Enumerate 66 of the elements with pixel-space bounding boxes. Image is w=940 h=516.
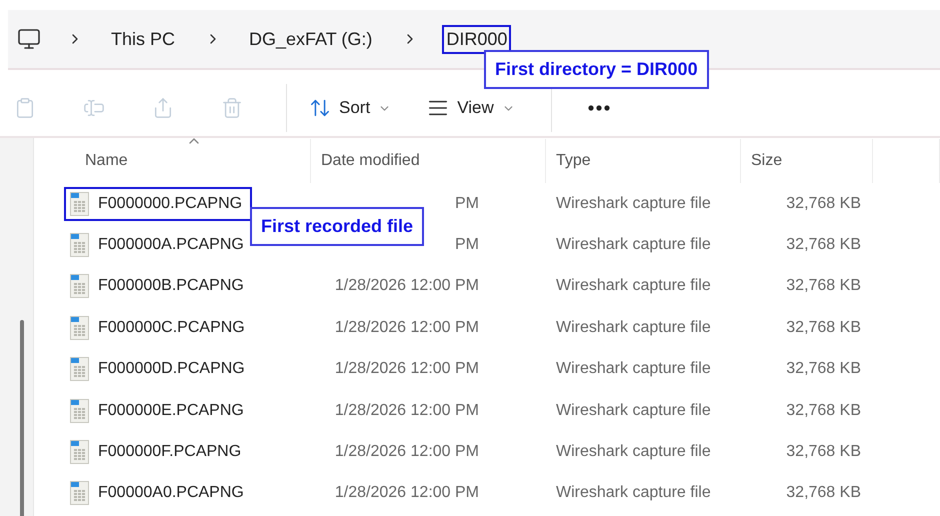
type-cell-text: Wireshark capture file: [555, 484, 712, 502]
file-icon: [70, 357, 89, 382]
clipboard-icon: [14, 97, 36, 119]
size-cell-text: 32,768 KB: [785, 318, 862, 337]
size-cell-text: 32,768 KB: [785, 236, 862, 254]
ellipsis-icon: [588, 105, 610, 111]
sort-arrows-icon: [309, 97, 331, 119]
file-name: F000000F.PCAPNG: [98, 443, 242, 462]
callout-label: First recorded file: [250, 207, 424, 246]
file-icon: [70, 481, 89, 506]
type-cell-text: Wireshark capture file: [555, 194, 712, 213]
callout-label: First directory = DIR000: [484, 50, 709, 89]
toolbar-menu-button[interactable]: Sort: [309, 93, 392, 123]
column-header[interactable]: Date modified: [321, 152, 420, 170]
name-cell[interactable]: F000000B.PCAPNG: [64, 269, 254, 304]
breadcrumb-item[interactable]: This PC: [107, 24, 180, 54]
trash-icon: [221, 97, 243, 119]
type-cell-text: Wireshark capture file: [555, 318, 712, 337]
date-cell-text: PM: [454, 194, 479, 213]
rename-icon: [83, 97, 105, 119]
name-cell[interactable]: F000000E.PCAPNG: [64, 394, 254, 428]
file-name: F000000E.PCAPNG: [98, 402, 244, 420]
type-cell-text: Wireshark capture file: [555, 360, 712, 378]
name-cell[interactable]: F000000D.PCAPNG: [64, 352, 255, 386]
file-icon: [70, 274, 89, 298]
size-cell-text: 32,768 KB: [785, 277, 862, 296]
date-cell-text: 1/28/2026 12:00 PM: [334, 402, 479, 420]
breadcrumb-item[interactable]: DG_exFAT (G:): [245, 24, 376, 54]
date-cell-text: 1/28/2026 12:00 PM: [334, 360, 479, 378]
file-icon: [70, 233, 89, 258]
share-icon: [152, 97, 174, 119]
name-cell[interactable]: F000000F.PCAPNG: [64, 435, 252, 470]
type-cell-text: Wireshark capture file: [555, 443, 712, 462]
date-cell-text: 1/28/2026 12:00 PM: [334, 443, 479, 462]
date-cell-text: 1/28/2026 12:00 PM: [334, 484, 479, 502]
name-cell[interactable]: F0000000.PCAPNG: [64, 186, 252, 221]
date-cell-text: 1/28/2026 12:00 PM: [334, 277, 479, 296]
column-header[interactable]: Type: [556, 152, 591, 170]
column-header[interactable]: Size: [751, 152, 782, 170]
type-cell-text: Wireshark capture file: [555, 236, 712, 254]
toolbar-menu-button[interactable]: View: [427, 93, 515, 123]
file-name: F00000A0.PCAPNG: [98, 484, 244, 502]
file-name: F000000A.PCAPNG: [98, 236, 244, 254]
file-name: F000000B.PCAPNG: [98, 277, 244, 296]
file-icon: [70, 440, 89, 464]
name-cell[interactable]: F00000A0.PCAPNG: [64, 476, 254, 510]
size-cell-text: 32,768 KB: [785, 402, 862, 420]
file-icon: [70, 192, 89, 216]
type-cell-text: Wireshark capture file: [555, 277, 712, 296]
date-cell-text: PM: [454, 236, 479, 254]
file-icon: [70, 398, 89, 423]
more-button[interactable]: [588, 105, 610, 111]
size-cell-text: 32,768 KB: [785, 360, 862, 378]
column-header[interactable]: Name: [85, 152, 128, 170]
date-cell-text: 1/28/2026 12:00 PM: [334, 318, 479, 337]
size-cell-text: 32,768 KB: [785, 484, 862, 502]
file-icon: [70, 316, 89, 340]
type-cell-text: Wireshark capture file: [555, 402, 712, 420]
size-cell-text: 32,768 KB: [785, 443, 862, 462]
file-name: F000000D.PCAPNG: [98, 360, 245, 378]
name-cell[interactable]: F000000C.PCAPNG: [64, 310, 255, 345]
file-name: F000000C.PCAPNG: [98, 318, 245, 337]
file-name: F0000000.PCAPNG: [98, 194, 242, 213]
scrollbar-thumb[interactable]: [20, 320, 24, 516]
size-cell-text: 32,768 KB: [785, 194, 862, 213]
computer-icon[interactable]: [17, 27, 41, 51]
